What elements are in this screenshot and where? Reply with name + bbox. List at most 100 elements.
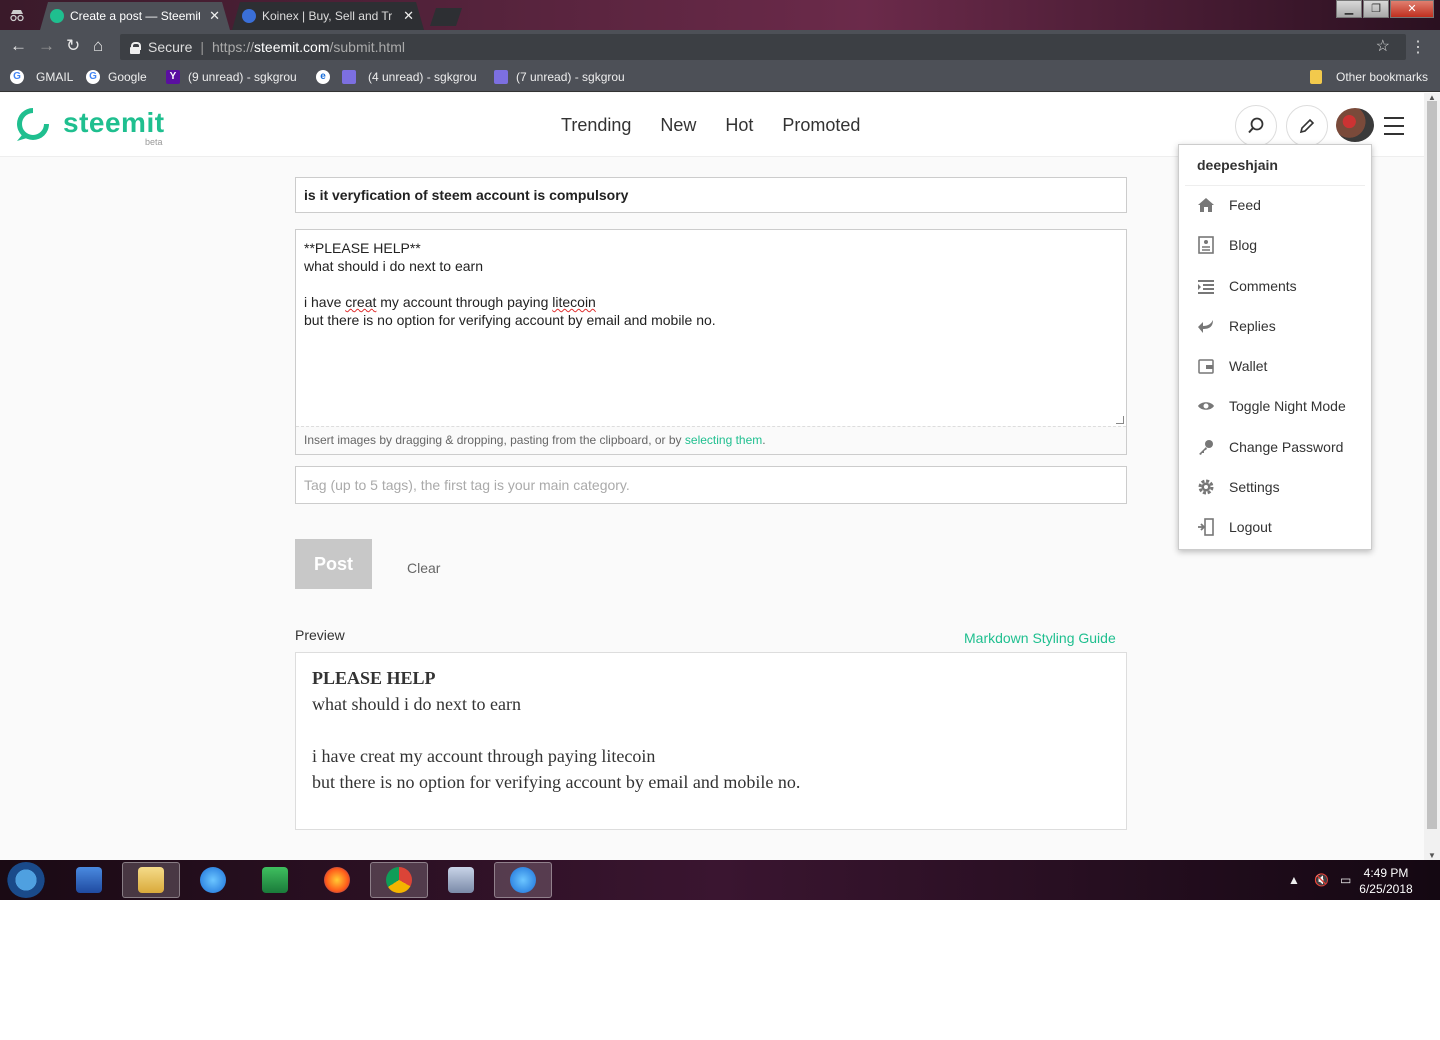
minimize-icon[interactable]: ▁ [1336, 0, 1362, 18]
taskbar-firefox[interactable] [308, 862, 366, 898]
address-bar[interactable]: Secure | https:// steemit.com /submit.ht… [120, 34, 1406, 60]
steemit-favicon-icon [50, 9, 64, 23]
close-tab-icon[interactable]: ✕ [209, 8, 220, 24]
menu-item-night-mode[interactable]: Toggle Night Mode [1197, 394, 1346, 418]
resize-handle-icon[interactable] [1116, 416, 1124, 424]
pencil-icon [1299, 118, 1315, 134]
menu-item-replies[interactable]: Replies [1197, 314, 1276, 338]
other-bookmarks[interactable]: Other bookmarks [1310, 70, 1428, 84]
close-window-icon[interactable]: ✕ [1390, 0, 1434, 18]
menu-item-label: Blog [1229, 237, 1258, 253]
nav-promoted[interactable]: Promoted [782, 115, 860, 136]
bookmark-google[interactable]: G Google [86, 70, 147, 84]
bookmark-star-icon[interactable]: ☆ [1376, 36, 1390, 56]
bookmark-gmail[interactable]: G GMAIL [10, 70, 73, 84]
bookmark-label: (9 unread) - sgkgrou [188, 70, 297, 84]
body-line: **PLEASE HELP** [304, 240, 421, 256]
ie-icon [510, 867, 536, 893]
koinex-favicon-icon [242, 9, 256, 23]
search-button[interactable] [1235, 105, 1277, 147]
menu-item-change-password[interactable]: Change Password [1197, 435, 1343, 459]
tray-expand-icon[interactable]: ▲ [1288, 873, 1300, 887]
steemit-logo-icon[interactable] [14, 105, 52, 143]
windows-taskbar: ▲ 🔇 ▭ 4:49 PM 6/25/2018 [0, 860, 1440, 900]
key-icon [1199, 440, 1213, 455]
page-scrollbar[interactable]: ▲ ▼ [1424, 93, 1440, 860]
window-controls: ▁ ❐ ✕ [1335, 0, 1434, 18]
menu-item-comments[interactable]: Comments [1197, 274, 1297, 298]
menu-item-label: Change Password [1229, 439, 1344, 455]
image-hint-end: . [762, 433, 766, 447]
misspelled-word: litecoin [552, 294, 596, 310]
browser-menu-icon[interactable]: ⋮ [1410, 37, 1426, 57]
user-dropdown-menu: deepeshjain Feed Blog Comments Replies W… [1178, 144, 1372, 550]
tag-input[interactable]: Tag (up to 5 tags), the first tag is you… [295, 466, 1127, 504]
bookmark-yahoo[interactable]: Y (9 unread) - sgkgrou [166, 70, 298, 84]
nav-hot[interactable]: Hot [725, 115, 753, 136]
taskbar-chrome[interactable] [370, 862, 428, 898]
start-button-icon[interactable] [7, 862, 45, 898]
menu-item-label: Logout [1229, 519, 1272, 535]
new-tab-button[interactable] [430, 8, 462, 26]
select-images-link[interactable]: selecting them [685, 433, 762, 447]
home-icon [1198, 198, 1214, 212]
steemit-logo-text[interactable]: steemit [63, 107, 165, 139]
post-body-editor[interactable]: **PLEASE HELP** what should i do next to… [295, 229, 1127, 455]
preview-label: Preview [295, 627, 345, 643]
dropdown-username[interactable]: deepeshjain [1197, 157, 1278, 173]
calculator-icon [448, 867, 474, 893]
write-post-button[interactable] [1286, 105, 1328, 147]
body-line: what should i do next to earn [304, 258, 484, 274]
mail-icon [494, 70, 508, 84]
forward-icon[interactable]: → [38, 36, 55, 56]
reload-icon[interactable]: ↻ [66, 36, 80, 56]
post-body-textarea[interactable]: **PLEASE HELP** what should i do next to… [304, 239, 716, 329]
hamburger-menu-icon[interactable] [1384, 117, 1404, 141]
clear-button[interactable]: Clear [407, 560, 440, 576]
bookmark-mail-1[interactable]: e (4 unread) - sgkgrou [316, 70, 478, 84]
menu-item-logout[interactable]: Logout [1197, 515, 1272, 539]
maximize-icon[interactable]: ❐ [1363, 0, 1389, 18]
menu-item-label: Settings [1229, 479, 1280, 495]
tab-koinex[interactable]: Koinex | Buy, Sell and Tra ✕ [232, 2, 424, 30]
bookmark-mail-2[interactable]: (7 unread) - sgkgrou [494, 70, 626, 84]
network-icon[interactable]: ▭ [1340, 873, 1351, 887]
taskbar-media-player[interactable] [60, 862, 118, 898]
taskbar-excel[interactable] [246, 862, 304, 898]
taskbar-clock[interactable]: 4:49 PM 6/25/2018 [1356, 865, 1416, 897]
scrollbar-thumb[interactable] [1427, 101, 1437, 829]
wallet-icon [1198, 359, 1214, 374]
yahoo-icon: Y [166, 70, 180, 84]
browser-toolbar: ← → ↻ ⌂ Secure | https:// steemit.com /s… [0, 30, 1440, 64]
taskbar-explorer[interactable] [122, 862, 180, 898]
back-icon[interactable]: ← [10, 36, 27, 56]
bookmark-label: Google [108, 70, 147, 84]
post-title-input[interactable]: is it veryfication of steem account is c… [295, 177, 1127, 213]
scroll-down-icon[interactable]: ▼ [1428, 851, 1436, 860]
menu-item-wallet[interactable]: Wallet [1197, 354, 1267, 378]
nav-trending[interactable]: Trending [561, 115, 631, 136]
menu-item-feed[interactable]: Feed [1197, 193, 1261, 217]
avatar[interactable] [1336, 108, 1374, 142]
tab-create-post[interactable]: Create a post — Steemit ✕ [40, 2, 230, 30]
system-tray: ▲ 🔇 ▭ 4:49 PM 6/25/2018 [1270, 860, 1440, 900]
preview-line: i have creat my account through paying l… [312, 746, 656, 766]
menu-item-blog[interactable]: Blog [1197, 233, 1257, 257]
gear-icon [1198, 479, 1214, 495]
post-button[interactable]: Post [295, 539, 372, 589]
logout-icon [1198, 518, 1214, 536]
menu-item-settings[interactable]: Settings [1197, 475, 1280, 499]
volume-muted-icon[interactable]: 🔇 [1314, 873, 1329, 887]
taskbar-ie-2[interactable] [494, 862, 552, 898]
home-button-icon[interactable]: ⌂ [93, 36, 103, 56]
nav-new[interactable]: New [660, 115, 696, 136]
folder-icon [138, 867, 164, 893]
url-scheme: https:// [212, 39, 255, 55]
taskbar-calculator[interactable] [432, 862, 490, 898]
markdown-guide-link[interactable]: Markdown Styling Guide [964, 630, 1116, 646]
body-line: but there is no option for verifying acc… [304, 312, 716, 328]
beta-label: beta [145, 137, 163, 147]
taskbar-ie[interactable] [184, 862, 242, 898]
eye-icon [1198, 402, 1214, 410]
close-tab-icon[interactable]: ✕ [403, 8, 414, 24]
